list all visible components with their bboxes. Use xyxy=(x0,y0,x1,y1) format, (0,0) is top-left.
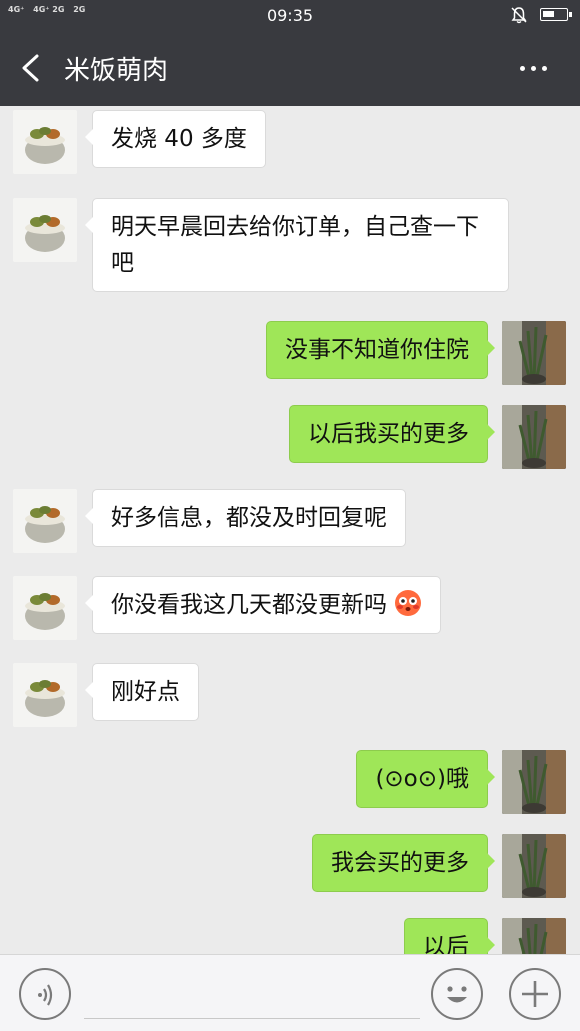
input-bar xyxy=(0,954,580,1031)
chat-message-list[interactable]: 发烧 40 多度 明天早晨回去给你订单，自己查一下吧 没事不知道你住院 以后我买… xyxy=(0,106,580,954)
status-time: 09:35 xyxy=(266,6,314,25)
message-bubble-outgoing[interactable]: 我会买的更多 xyxy=(312,834,495,892)
succulent-pot-avatar-icon xyxy=(13,198,77,262)
plant-photo-avatar-icon xyxy=(502,750,566,814)
plant-photo-avatar-icon xyxy=(502,405,566,469)
message-text: 好多信息，都没及时回复呢 xyxy=(111,505,387,531)
message-bubble-incoming[interactable]: 发烧 40 多度 xyxy=(85,110,266,168)
voice-button[interactable] xyxy=(19,968,71,1020)
plant-photo-avatar-icon xyxy=(502,834,566,898)
message-text: 以后 xyxy=(423,934,469,954)
message-bubble-outgoing[interactable]: 没事不知道你住院 xyxy=(266,321,495,379)
message-text: (⊙o⊙)哦 xyxy=(375,766,469,792)
mute-bell-icon xyxy=(511,7,527,24)
my-avatar[interactable] xyxy=(502,321,566,385)
message-bubble-outgoing[interactable]: 以后 xyxy=(404,918,495,954)
message-text: 发烧 40 多度 xyxy=(111,126,247,152)
status-bar: 4G⁺ 4G⁺ 2G 2G 09:35 xyxy=(0,0,580,30)
emoji-button[interactable] xyxy=(431,968,483,1020)
message-text: 以后我买的更多 xyxy=(308,421,469,447)
back-button[interactable] xyxy=(12,48,52,88)
message-text: 没事不知道你住院 xyxy=(285,337,469,363)
plus-button[interactable] xyxy=(509,968,561,1020)
contact-avatar[interactable] xyxy=(13,663,77,727)
contact-avatar[interactable] xyxy=(13,576,77,640)
message-bubble-outgoing[interactable]: (⊙o⊙)哦 xyxy=(356,750,495,808)
chevron-left-icon xyxy=(22,54,39,82)
my-avatar[interactable] xyxy=(502,405,566,469)
plant-photo-avatar-icon xyxy=(502,321,566,385)
plant-photo-avatar-icon xyxy=(502,918,566,954)
contact-avatar[interactable] xyxy=(13,198,77,262)
contact-avatar[interactable] xyxy=(13,110,77,174)
smiley-icon xyxy=(447,986,467,1003)
chat-header: 米饭萌肉 xyxy=(0,30,580,106)
message-bubble-incoming[interactable]: 你没看我这几天都没更新吗 xyxy=(84,576,442,634)
message-text: 明天早晨回去给你订单，自己查一下吧 xyxy=(111,214,479,276)
contact-avatar[interactable] xyxy=(13,489,77,553)
message-input[interactable] xyxy=(84,969,420,1019)
my-avatar[interactable] xyxy=(502,834,566,898)
message-bubble-incoming[interactable]: 好多信息，都没及时回复呢 xyxy=(85,489,406,547)
message-bubble-incoming[interactable]: 刚好点 xyxy=(85,663,199,721)
message-bubble-outgoing[interactable]: 以后我买的更多 xyxy=(289,405,495,463)
more-button[interactable] xyxy=(510,56,558,80)
succulent-pot-avatar-icon xyxy=(13,663,77,727)
message-bubble-incoming[interactable]: 明天早晨回去给你订单，自己查一下吧 xyxy=(85,198,509,292)
succulent-pot-avatar-icon xyxy=(13,110,77,174)
my-avatar[interactable] xyxy=(502,918,566,954)
succulent-pot-avatar-icon xyxy=(13,576,77,640)
battery-icon xyxy=(540,8,572,21)
chat-title: 米饭萌肉 xyxy=(64,56,169,86)
plus-icon xyxy=(522,981,548,1007)
message-text: 刚好点 xyxy=(111,679,180,705)
my-avatar[interactable] xyxy=(502,750,566,814)
message-text: 我会买的更多 xyxy=(331,850,469,876)
voice-icon xyxy=(38,984,53,1006)
succulent-pot-avatar-icon xyxy=(13,489,77,553)
flushed-face-icon xyxy=(395,590,422,616)
message-text: 你没看我这几天都没更新吗 xyxy=(111,592,387,618)
